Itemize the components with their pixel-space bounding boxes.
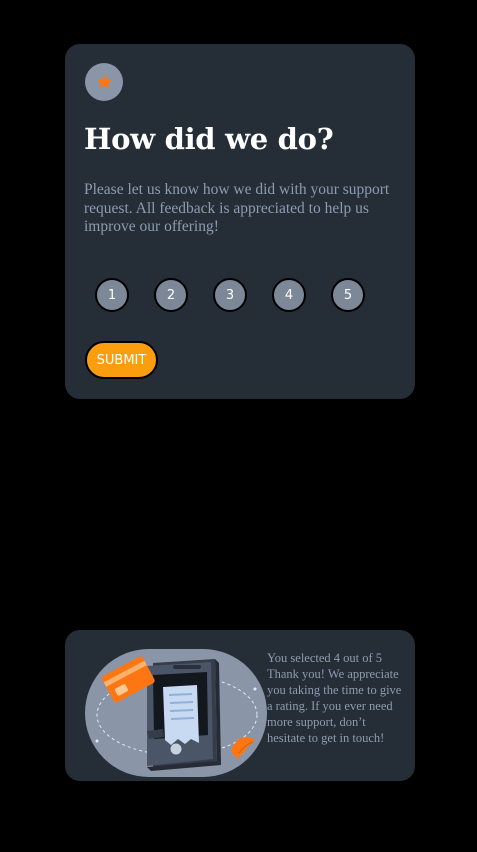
description-text: Please let us know how we did with your … [84, 181, 390, 235]
thank-you-card: You selected 4 out of 5 Thank you! We ap… [65, 630, 415, 781]
thank-you-text: You selected 4 out of 5 Thank you! We ap… [267, 650, 402, 746]
rating-button-1[interactable]: 1 [95, 278, 129, 312]
rating-options: 1 2 3 4 5 [95, 278, 365, 312]
star-badge [85, 63, 123, 101]
page-title: How did we do? [84, 122, 334, 156]
rating-button-3[interactable]: 3 [213, 278, 247, 312]
star-icon [96, 74, 113, 90]
phone-payment-illustration [85, 649, 269, 779]
rating-button-5[interactable]: 5 [331, 278, 365, 312]
thank-you-message: Thank you! We appreciate you taking the … [267, 667, 402, 745]
rating-button-4[interactable]: 4 [272, 278, 306, 312]
submit-button[interactable]: SUBMIT [85, 341, 158, 379]
selected-rating-text: You selected 4 out of 5 [267, 651, 383, 665]
rating-card: How did we do? Please let us know how we… [65, 44, 415, 399]
rating-button-2[interactable]: 2 [154, 278, 188, 312]
